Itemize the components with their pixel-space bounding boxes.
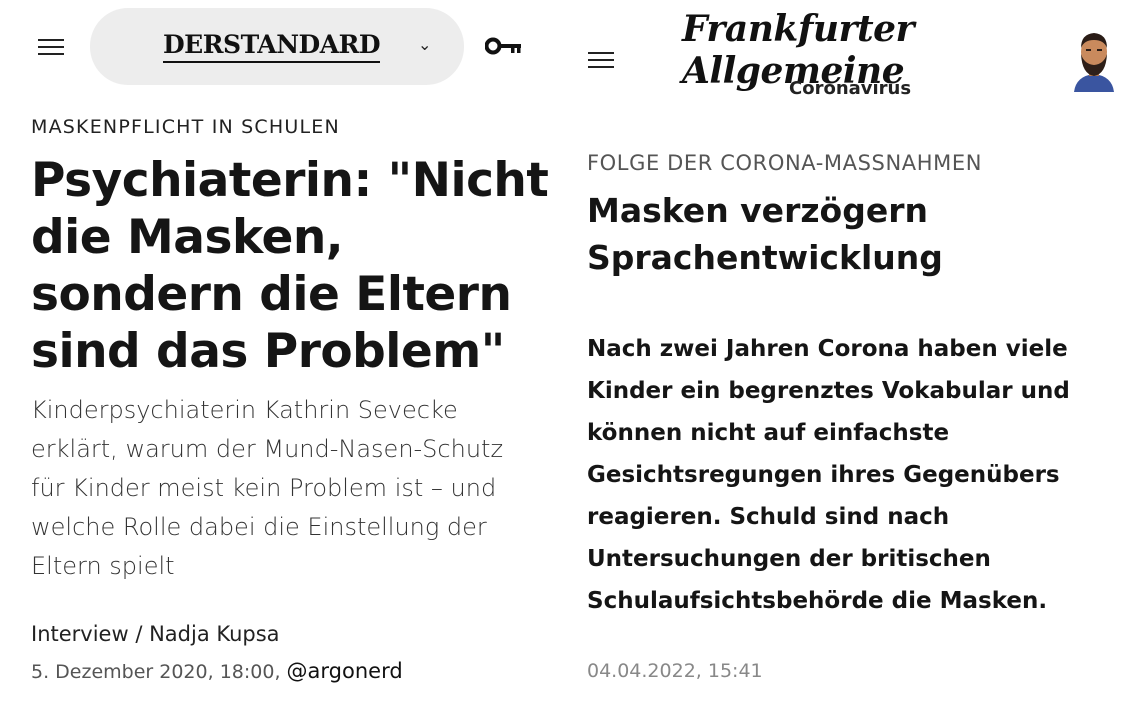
watermark-handle: @argonerd <box>286 659 403 683</box>
key-icon[interactable] <box>485 36 523 56</box>
chevron-down-icon: ⌄ <box>418 35 432 54</box>
faz-article-panel: Frankfurter Allgemeine Coronavirus FOLGE… <box>560 0 1140 704</box>
hamburger-menu-icon[interactable] <box>588 52 614 70</box>
derstandard-article-panel: DERSTANDARD ⌄ MASKENPFLICHT IN SCHULEN P… <box>0 0 560 704</box>
article-teaser: Kinderpsychiaterin Kathrin Sevecke erklä… <box>31 396 504 580</box>
article-headline[interactable]: Psychiaterin: "Nicht die Masken, sondern… <box>31 152 551 380</box>
article-date: 04.04.2022, 15:41 <box>587 660 763 682</box>
avatar-icon[interactable] <box>1070 28 1118 92</box>
hamburger-menu-icon[interactable] <box>38 39 64 57</box>
article-date-line: 5. Dezember 2020, 18:00, @argonerd <box>31 659 403 683</box>
article-kicker: FOLGE DER CORONA-MASSNAHMEN <box>587 151 983 175</box>
derstandard-logo: DERSTANDARD <box>163 30 381 63</box>
article-headline[interactable]: Masken verzögern Sprachentwicklung <box>587 187 1087 281</box>
section-label[interactable]: Coronavirus <box>789 78 911 99</box>
article-teaser: Nach zwei Jahren Corona haben viele Kind… <box>587 336 1070 614</box>
article-author: Interview / Nadja Kupsa <box>31 622 280 646</box>
brand-selector[interactable]: DERSTANDARD ⌄ <box>90 8 464 85</box>
article-date: 5. Dezember 2020, 18:00, <box>31 661 281 683</box>
article-kicker: MASKENPFLICHT IN SCHULEN <box>31 116 340 138</box>
